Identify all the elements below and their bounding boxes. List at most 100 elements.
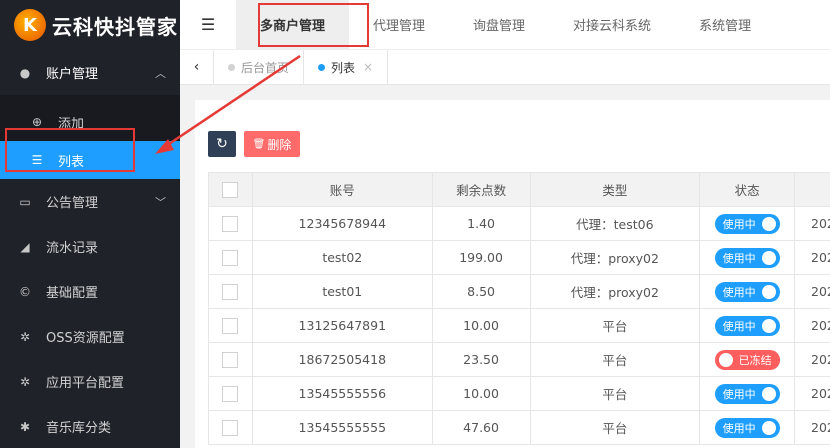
status-toggle[interactable]: 使用中	[714, 213, 780, 234]
status-toggle[interactable]: 使用中	[714, 281, 780, 302]
chevron-down-icon: ﹀	[155, 195, 166, 209]
sidebar-item-label: 基础配置	[46, 286, 99, 301]
logo-icon: K	[14, 9, 46, 41]
cell-account: 13545555555	[251, 410, 433, 445]
row-checkbox[interactable]	[222, 317, 239, 334]
sidebar-item-basic-config[interactable]: © 基础配置	[0, 269, 180, 314]
menu-toggle-icon[interactable]: ☰	[180, 0, 236, 50]
cell-extra: 202	[794, 342, 830, 377]
trash-icon: 🗑	[252, 138, 266, 150]
status-toggle[interactable]: 已冻结	[714, 349, 780, 370]
delete-button[interactable]: 🗑 删除	[244, 131, 300, 157]
toggle-knob	[761, 250, 776, 265]
user-icon: ●	[19, 65, 31, 80]
cell-status: 使用中	[699, 240, 795, 275]
cell-points: 10.00	[431, 308, 531, 343]
row-checkbox[interactable]	[222, 419, 239, 436]
refresh-icon: ↻	[216, 136, 228, 152]
row-checkbox[interactable]	[222, 351, 239, 368]
account-table: 账号 剩余点数 类型 状态 12345678944 1.40 代理：test06 使用…	[208, 172, 830, 445]
status-label: 使用中	[722, 285, 756, 299]
status-label: 已冻结	[738, 353, 772, 367]
cell-type: 平台	[529, 376, 701, 411]
row-checkbox[interactable]	[222, 385, 239, 402]
cell-type: 代理：proxy02	[529, 274, 701, 309]
row-select-cell	[208, 240, 253, 275]
status-toggle[interactable]: 使用中	[714, 315, 780, 336]
row-checkbox[interactable]	[222, 283, 239, 300]
sidebar-item-flow-records[interactable]: ◢ 流水记录	[0, 224, 180, 269]
table-row[interactable]: test02199.00代理：proxy02 使用中 202	[208, 240, 830, 275]
sidebar-item-platform-config[interactable]: ✲ 应用平台配置	[0, 359, 180, 404]
cell-extra: 202	[794, 274, 830, 309]
table-row[interactable]: 123456789441.40代理：test06 使用中 202	[208, 206, 830, 241]
sidebar-item-label: OSS资源配置	[46, 331, 125, 346]
cell-status: 已冻结	[699, 342, 795, 377]
column-header-status[interactable]: 状态	[699, 172, 795, 207]
delete-label: 删除	[267, 137, 292, 152]
cell-account: 13125647891	[251, 308, 433, 343]
sidebar-item-announcement[interactable]: ▭ 公告管理 ﹀	[0, 179, 180, 224]
logo-text: 云科快抖管家	[52, 14, 178, 39]
column-header-account[interactable]: 账号	[251, 172, 433, 207]
table-header-row: 账号 剩余点数 类型 状态	[208, 172, 830, 207]
select-all-cell	[208, 172, 253, 207]
toggle-knob	[761, 318, 776, 333]
status-label: 使用中	[722, 421, 756, 435]
plus-circle-icon: ⊕	[31, 115, 43, 129]
chart-icon: ◢	[20, 239, 30, 254]
chevron-left-icon[interactable]: ‹	[180, 49, 214, 85]
select-all-checkbox[interactable]	[222, 181, 239, 198]
toggle-knob	[761, 284, 776, 299]
sidebar-item-label: 公告管理	[46, 196, 99, 211]
dot-icon	[318, 63, 326, 71]
annotation-box-list-item	[5, 128, 135, 172]
cell-points: 47.60	[431, 410, 531, 445]
row-checkbox[interactable]	[222, 249, 239, 266]
table-row[interactable]: 1312564789110.00平台 使用中 202	[208, 308, 830, 343]
sidebar: K 云科快抖管家 ● 账户管理 ︿ ⊕ 添加 ☰ 列表 ▭ 公告管理 ﹀ ◢ 流…	[0, 0, 180, 448]
sidebar-item-label: 应用平台配置	[46, 376, 125, 391]
column-header-points[interactable]: 剩余点数	[431, 172, 531, 207]
sidebar-item-account-management[interactable]: ● 账户管理 ︿	[0, 50, 180, 95]
row-checkbox[interactable]	[222, 215, 239, 232]
page-tab-label: 后台首页	[241, 60, 290, 75]
cell-type: 平台	[529, 410, 701, 445]
status-label: 使用中	[722, 251, 756, 265]
cell-extra: 202	[794, 206, 830, 241]
toggle-knob	[761, 216, 776, 231]
top-tab-yunke-system[interactable]: 对接云科系统	[549, 0, 675, 50]
cell-points: 8.50	[431, 274, 531, 309]
cell-account: 13545555556	[251, 376, 433, 411]
table-row[interactable]: 1354555555547.60平台 使用中 202	[208, 410, 830, 445]
refresh-button[interactable]: ↻	[208, 131, 236, 157]
gear-icon: ✲	[19, 329, 31, 344]
table-row[interactable]: test018.50代理：proxy02 使用中 202	[208, 274, 830, 309]
toggle-knob	[761, 386, 776, 401]
top-tab-inquiry[interactable]: 询盘管理	[449, 0, 549, 50]
table-row[interactable]: 1867250541823.50平台 已冻结 202	[208, 342, 830, 377]
cell-account: 18672505418	[251, 342, 433, 377]
cell-type: 代理：test06	[529, 206, 701, 241]
sidebar-item-music-category[interactable]: ✱ 音乐库分类	[0, 404, 180, 448]
close-icon[interactable]: ×	[363, 60, 373, 74]
status-toggle[interactable]: 使用中	[714, 417, 780, 438]
content-panel: ↻ 🗑 删除 账号 剩余点数 类型 状态 12345678944 1.40 代理：t…	[195, 100, 830, 448]
status-toggle[interactable]: 使用中	[714, 247, 780, 268]
table-row[interactable]: 1354555555610.00平台 使用中 202	[208, 376, 830, 411]
cell-points: 1.40	[431, 206, 531, 241]
logo: K 云科快抖管家	[0, 0, 180, 50]
status-toggle[interactable]: 使用中	[714, 383, 780, 404]
sidebar-item-label: 音乐库分类	[46, 421, 112, 436]
page-tabs-bar: ‹ 后台首页 列表 ×	[180, 49, 830, 85]
column-header-type[interactable]: 类型	[529, 172, 701, 207]
cell-extra: 202	[794, 240, 830, 275]
sidebar-item-oss-config[interactable]: ✲ OSS资源配置	[0, 314, 180, 359]
page-tab-home[interactable]: 后台首页	[214, 49, 305, 85]
top-tab-system[interactable]: 系统管理	[675, 0, 775, 50]
row-select-cell	[208, 342, 253, 377]
table-toolbar: ↻ 🗑 删除	[208, 131, 300, 157]
cell-type: 平台	[529, 342, 701, 377]
cell-account: test02	[251, 240, 433, 275]
page-tab-list[interactable]: 列表 ×	[304, 49, 389, 85]
